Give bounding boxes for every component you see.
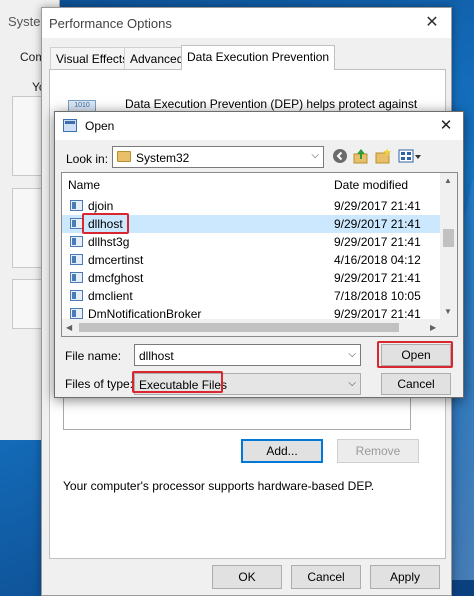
file-list[interactable]: ⌃ Name Date modified djoin 9/29/2017 21:… bbox=[61, 172, 458, 337]
file-date: 7/18/2018 10:05 bbox=[334, 289, 421, 303]
executable-icon bbox=[70, 254, 83, 265]
vertical-scrollbar[interactable]: ▲ ▼ bbox=[440, 173, 457, 320]
file-row[interactable]: dmcertinst 4/16/2018 04:12 bbox=[62, 251, 442, 269]
performance-options-titlebar[interactable]: Performance Options ✕ bbox=[42, 8, 451, 38]
file-date: 9/29/2017 21:41 bbox=[334, 217, 421, 231]
open-dialog: Open ✕ Look in: System32 ⌵ ⌃ Name Date m… bbox=[54, 111, 464, 398]
scroll-up-icon[interactable]: ▲ bbox=[444, 176, 452, 185]
tab-advanced[interactable]: Advanced bbox=[124, 47, 190, 69]
folder-icon bbox=[117, 151, 131, 162]
close-icon[interactable]: ✕ bbox=[419, 12, 445, 34]
file-name-input[interactable]: dllhost ⌵ bbox=[134, 344, 361, 366]
file-date: 4/16/2018 04:12 bbox=[334, 253, 421, 267]
view-menu-icon[interactable] bbox=[397, 148, 423, 166]
new-folder-icon[interactable] bbox=[374, 148, 392, 166]
file-name-value: dllhost bbox=[139, 349, 174, 363]
executable-icon bbox=[70, 290, 83, 301]
close-icon[interactable]: ✕ bbox=[435, 115, 457, 137]
back-icon[interactable] bbox=[331, 148, 349, 166]
horizontal-scrollbar[interactable]: ◀ ▶ bbox=[62, 319, 457, 336]
column-header-date-modified[interactable]: Date modified bbox=[328, 173, 440, 197]
scroll-right-icon[interactable]: ▶ bbox=[430, 323, 436, 332]
file-date: 9/29/2017 21:41 bbox=[334, 235, 421, 249]
dep-description: Data Execution Prevention (DEP) helps pr… bbox=[125, 97, 418, 111]
remove-button[interactable]: Remove bbox=[337, 439, 419, 463]
cancel-button[interactable]: Cancel bbox=[381, 373, 451, 395]
scroll-down-icon[interactable]: ▼ bbox=[444, 307, 452, 316]
file-date: 9/29/2017 21:41 bbox=[334, 199, 421, 213]
column-header-name[interactable]: Name bbox=[62, 173, 328, 197]
look-in-value: System32 bbox=[136, 151, 190, 165]
add-button[interactable]: Add... bbox=[241, 439, 323, 463]
cancel-button[interactable]: Cancel bbox=[291, 565, 361, 589]
file-name: djoin bbox=[88, 199, 114, 213]
file-row[interactable]: dmcfghost 9/29/2017 21:41 bbox=[62, 269, 442, 287]
horizontal-scroll-thumb[interactable] bbox=[79, 323, 399, 332]
performance-options-title: Performance Options bbox=[49, 16, 172, 31]
highlight-box-files-of-type bbox=[132, 371, 223, 393]
file-row[interactable]: dllhst3g 9/29/2017 21:41 bbox=[62, 233, 442, 251]
file-name: dmcfghost bbox=[88, 271, 144, 285]
vertical-scroll-thumb[interactable] bbox=[443, 229, 454, 247]
highlight-box-open-button bbox=[377, 341, 453, 368]
scroll-left-icon[interactable]: ◀ bbox=[66, 323, 72, 332]
executable-icon bbox=[70, 200, 83, 211]
file-name: dmclient bbox=[88, 289, 133, 303]
highlight-box-selected-file bbox=[82, 213, 129, 234]
processor-support-text: Your computer's processor supports hardw… bbox=[63, 479, 375, 493]
look-in-dropdown[interactable]: System32 ⌵ bbox=[112, 146, 324, 168]
executable-icon bbox=[70, 308, 83, 319]
look-in-label: Look in: bbox=[66, 152, 109, 166]
file-name: dmcertinst bbox=[88, 253, 144, 267]
file-row[interactable]: dmclient 7/18/2018 10:05 bbox=[62, 287, 442, 305]
system-properties-title: Syste bbox=[8, 14, 41, 29]
up-folder-icon[interactable] bbox=[352, 148, 370, 166]
performance-tabs: Visual Effects Advanced Data Execution P… bbox=[42, 45, 451, 70]
file-name-label: File name: bbox=[65, 349, 122, 363]
open-dialog-titlebar[interactable]: Open ✕ bbox=[55, 112, 463, 140]
executable-icon bbox=[70, 236, 83, 247]
file-name: dllhst3g bbox=[88, 235, 130, 249]
ok-button[interactable]: OK bbox=[212, 565, 282, 589]
open-dialog-app-icon bbox=[63, 119, 77, 132]
tab-data-execution-prevention[interactable]: Data Execution Prevention bbox=[181, 45, 336, 70]
file-date: 9/29/2017 21:41 bbox=[334, 271, 421, 285]
open-dialog-title: Open bbox=[85, 119, 115, 133]
chevron-down-icon[interactable]: ⌵ bbox=[348, 378, 356, 389]
chevron-down-icon[interactable]: ⌵ bbox=[311, 150, 319, 161]
tab-visual-effects[interactable]: Visual Effects bbox=[50, 47, 135, 69]
files-of-type-label: Files of type: bbox=[65, 377, 134, 391]
apply-button[interactable]: Apply bbox=[370, 565, 440, 589]
executable-icon bbox=[70, 272, 83, 283]
chevron-down-icon[interactable]: ⌵ bbox=[348, 349, 356, 360]
